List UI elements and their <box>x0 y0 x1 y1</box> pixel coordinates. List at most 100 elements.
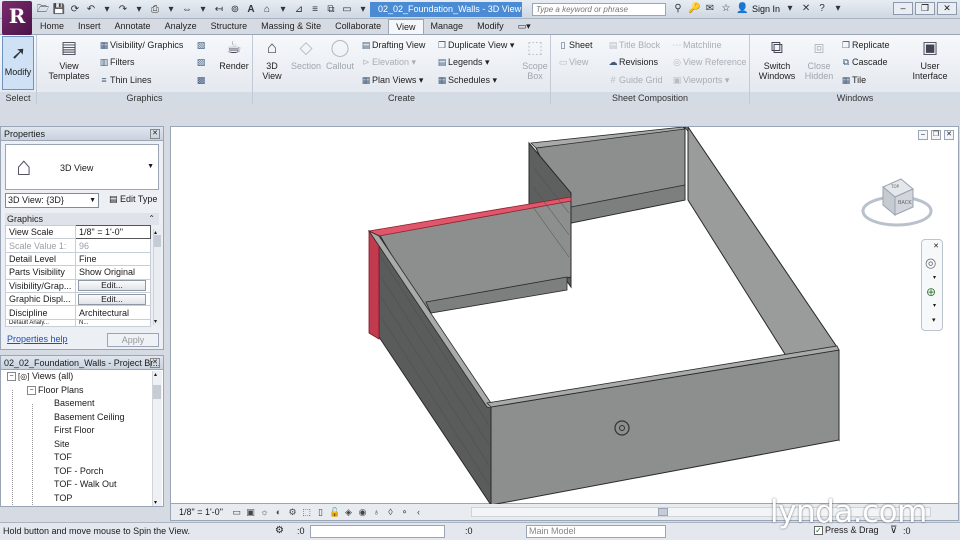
redo-icon[interactable]: ↷ <box>116 3 130 17</box>
revisions-button[interactable]: ☁ Revisions <box>607 55 659 69</box>
design-option-select[interactable]: Main Model <box>526 525 666 538</box>
selected-wall-end[interactable] <box>368 230 380 340</box>
communication-center-icon[interactable]: ✉ <box>704 2 716 16</box>
switch-windows-icon[interactable]: ▭ <box>340 3 354 17</box>
graphics-panel-title[interactable]: Graphics <box>37 92 252 104</box>
help-icon[interactable]: ? <box>816 2 828 16</box>
list-item[interactable]: TOF <box>1 451 163 465</box>
list-item[interactable]: Basement Ceiling <box>1 411 163 425</box>
minimize-icon[interactable]: – <box>893 2 913 15</box>
exchange-icon[interactable]: ✕ <box>800 2 812 16</box>
thin-lines-button[interactable]: ≡ Thin Lines <box>98 73 151 87</box>
tab-home[interactable]: Home <box>34 19 71 34</box>
minimize-icon[interactable]: – <box>918 130 928 140</box>
view-scale-input[interactable]: 1/8" = 1'-0" <box>75 224 151 240</box>
close-icon[interactable]: ✕ <box>150 129 160 139</box>
constraints-icon[interactable]: ⚬ <box>399 506 410 518</box>
tag-icon[interactable]: ⊚ <box>228 3 242 17</box>
restore-icon[interactable]: ❐ <box>931 130 941 140</box>
scroll-thumb[interactable] <box>153 385 161 399</box>
viewcube-top-label[interactable]: TOP <box>890 184 900 189</box>
view-templates-button[interactable]: ▤ View Templates <box>45 37 93 81</box>
shadows-icon[interactable]: ◐ <box>273 506 284 518</box>
title-block-button[interactable]: ▤ Title Block <box>607 38 660 52</box>
thin-lines-icon[interactable]: ≡ <box>308 3 322 17</box>
scroll-thumb[interactable] <box>154 235 161 247</box>
cut-profile-button[interactable]: ▩ <box>195 73 207 87</box>
properties-scrollbar[interactable]: ▴ ▾ <box>153 229 161 325</box>
sheet-button[interactable]: ▯ Sheet <box>557 38 593 52</box>
scroll-up-icon[interactable]: ▴ <box>154 371 157 378</box>
guide-grid-button[interactable]: # Guide Grid <box>607 73 662 87</box>
dropdown-icon[interactable]: ▾ <box>100 3 114 17</box>
drafting-view-button[interactable]: ▤ Drafting View <box>360 38 426 52</box>
properties-header[interactable]: Properties ✕ <box>1 127 163 141</box>
matchline-button[interactable]: ⋯ Matchline <box>671 38 722 52</box>
visual-style-icon[interactable]: ▣ <box>245 506 256 518</box>
list-item[interactable]: Site <box>1 438 163 452</box>
select-panel-title[interactable]: Select <box>0 92 36 104</box>
project-browser-header[interactable]: 02_02_Foundation_Walls - Project Br... ✕ <box>1 356 163 370</box>
3d-view-button[interactable]: ⌂ 3D View <box>257 37 287 81</box>
sheet-composition-panel-title[interactable]: Sheet Composition <box>551 92 749 104</box>
user-icon[interactable]: 👤 <box>736 2 748 16</box>
rendering-dialog-icon[interactable]: ⚙ <box>287 506 298 518</box>
render-button[interactable]: ☕ Render <box>216 37 252 71</box>
visibility-graphics-button[interactable]: ▦ Visibility/ Graphics <box>98 38 184 52</box>
elevation-button[interactable]: ⊳ Elevation ▾ <box>360 55 416 69</box>
close-hidden-button[interactable]: ⧈ Close Hidden <box>800 37 838 81</box>
list-item[interactable]: TOF - Walk Out <box>1 478 163 492</box>
zoom-icon[interactable]: ⊕ <box>926 285 936 299</box>
legends-button[interactable]: ▤ Legends ▾ <box>436 55 490 69</box>
navbar-options-icon[interactable]: ▾ <box>932 316 936 324</box>
dropdown-icon[interactable]: ▾ <box>356 3 370 17</box>
close-icon[interactable]: ✕ <box>937 2 957 15</box>
search-input[interactable]: Type a keyword or phrase <box>532 3 666 16</box>
tab-manage[interactable]: Manage <box>424 19 471 34</box>
viewcube-back-label[interactable]: BACK <box>898 200 912 206</box>
tile-button[interactable]: ▦ Tile <box>840 73 866 87</box>
sign-in-button[interactable]: Sign In <box>752 2 780 16</box>
windows-panel-title[interactable]: Windows <box>750 92 960 104</box>
application-menu-button[interactable]: R <box>2 1 32 35</box>
scroll-thumb[interactable] <box>658 508 668 516</box>
tab-insert[interactable]: Insert <box>71 19 108 34</box>
graphic-display-edit-button[interactable]: Edit... <box>78 293 146 305</box>
tree-node-views[interactable]: − [◎] Views (all) <box>1 370 163 384</box>
tab-collaborate[interactable]: Collaborate <box>328 19 388 34</box>
unlocked-view-icon[interactable]: 🔓 <box>329 506 340 518</box>
sync-icon[interactable]: ⟳ <box>68 3 82 17</box>
drawing-canvas[interactable]: – ❐ ✕ TOP BACK ✕ ◎ ▾ ⊕ ▾ ▾ <box>170 126 959 505</box>
view-bar-arrow-icon[interactable]: ‹ <box>413 506 424 518</box>
scroll-down-icon[interactable]: ▾ <box>154 499 157 506</box>
undo-icon[interactable]: ↶ <box>84 3 98 17</box>
create-panel-title[interactable]: Create <box>253 92 550 104</box>
tab-massing-site[interactable]: Massing & Site <box>254 19 328 34</box>
measure-icon[interactable]: ⇔ <box>180 3 194 17</box>
section-icon[interactable]: ⊿ <box>292 3 306 17</box>
collapse-icon[interactable]: ⌃ <box>148 213 155 225</box>
user-interface-button[interactable]: ▣ User Interface <box>910 37 950 81</box>
dropdown-icon[interactable]: ▾ <box>164 3 178 17</box>
list-item[interactable]: TOP <box>1 492 163 506</box>
workset-select[interactable] <box>310 525 445 538</box>
analytical-model-icon[interactable]: ◊ <box>385 506 396 518</box>
ribbon-minimize-toggle[interactable]: ▭▾ <box>511 19 538 34</box>
aligned-dimension-icon[interactable]: ↤ <box>212 3 226 17</box>
instance-filter-select[interactable]: 3D View: {3D} ▼ <box>5 193 99 208</box>
chevron-down-icon[interactable]: ▾ <box>832 2 844 16</box>
crop-view-icon[interactable]: ⬚ <box>301 506 312 518</box>
worksets-icon[interactable]: ⚙ <box>275 525 287 537</box>
chevron-down-icon[interactable]: ▾ <box>933 274 936 281</box>
viewports-button[interactable]: ▣ Viewports ▾ <box>671 73 730 87</box>
collapse-icon[interactable]: − <box>7 372 16 382</box>
list-item[interactable]: TOF - Porch <box>1 465 163 479</box>
chevron-down-icon[interactable]: ▾ <box>784 2 796 16</box>
show-hidden-lines-button[interactable]: ▧ <box>195 38 207 52</box>
list-item[interactable]: Basement <box>1 397 163 411</box>
dropdown-icon[interactable]: ▾ <box>276 3 290 17</box>
front-wall-face[interactable] <box>490 349 840 505</box>
duplicate-view-button[interactable]: ❐ Duplicate View ▾ <box>436 38 514 52</box>
subscription-icon[interactable]: 🔑 <box>688 2 700 16</box>
temporary-hide-icon[interactable]: ◈ <box>343 506 354 518</box>
